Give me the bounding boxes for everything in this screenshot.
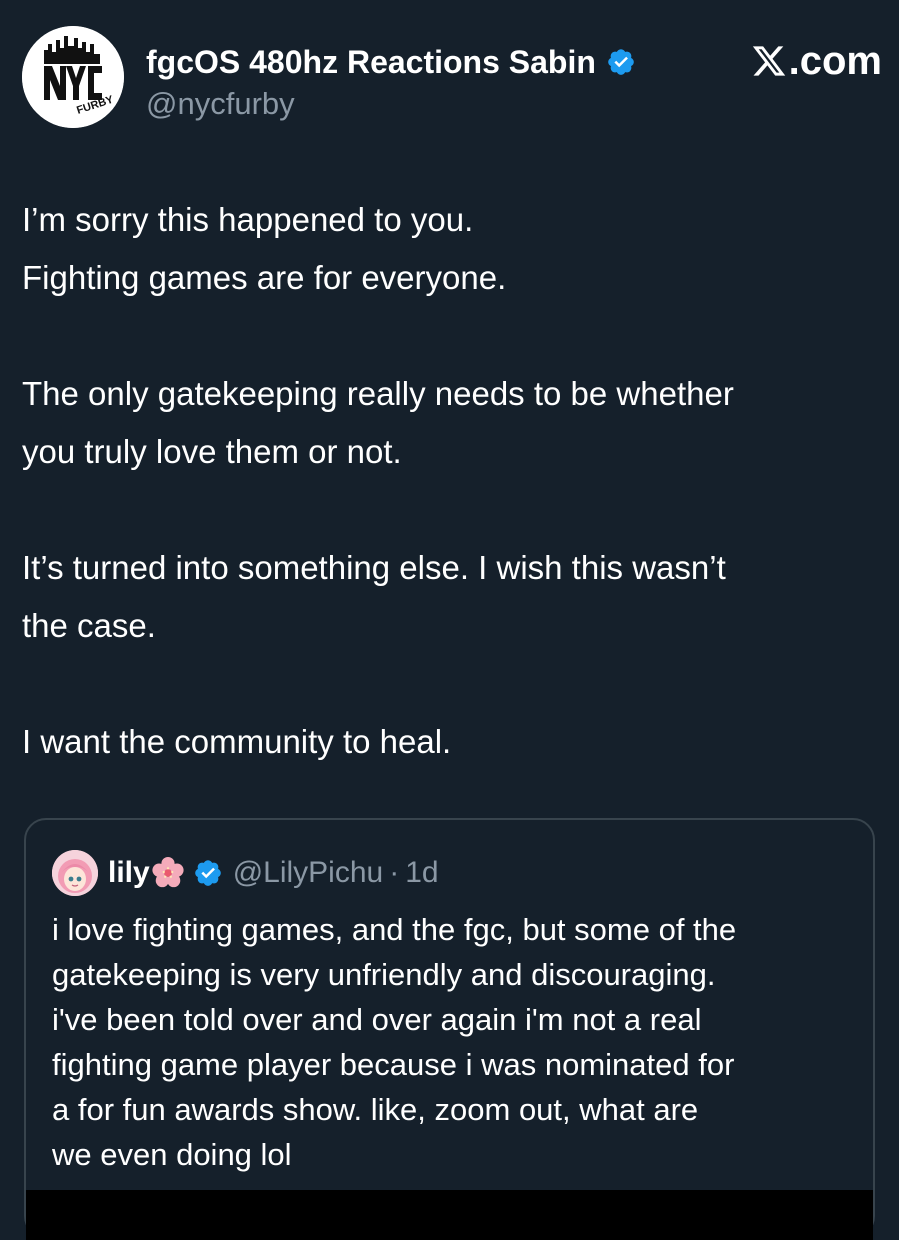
quoted-verified-badge-icon — [193, 858, 223, 888]
cherry-blossom-icon — [151, 856, 185, 890]
post-line: I’m sorry this happened to you. — [22, 201, 474, 238]
post-line: The only gatekeeping really needs to be … — [22, 375, 734, 412]
nyc-furby-logo-icon: FURBY — [22, 26, 124, 128]
x-com-logo: .com — [750, 38, 882, 84]
quoted-line: gatekeeping is very unfriendly and disco… — [52, 957, 716, 992]
author-name-row: fgcOS 480hz Reactions Sabin — [146, 40, 636, 84]
quoted-line: i love fighting games, and the fgc, but … — [52, 912, 737, 947]
post-line: the case. — [22, 607, 156, 644]
site-domain-suffix: .com — [788, 38, 882, 83]
author-avatar[interactable]: FURBY — [22, 26, 124, 128]
quoted-line: a for fun awards show. like, zoom out, w… — [52, 1092, 699, 1127]
quoted-post-header: lily @LilyPichu · 1d — [52, 850, 439, 896]
post-line: Fighting games are for everyone. — [22, 259, 507, 296]
quoted-line: we even doing lol — [52, 1137, 292, 1172]
quoted-author-display-name[interactable]: lily — [108, 856, 150, 890]
quoted-line: fighting game player because i was nomin… — [52, 1047, 735, 1082]
anime-girl-avatar-icon — [52, 850, 98, 896]
author-display-name[interactable]: fgcOS 480hz Reactions Sabin — [146, 44, 596, 81]
quoted-line: i've been told over and over again i'm n… — [52, 1002, 702, 1037]
quoted-post-card[interactable]: lily @LilyPichu · 1d i love fighting gam… — [24, 818, 875, 1240]
verified-badge-icon — [606, 47, 636, 77]
author-handle[interactable]: @nycfurby — [146, 86, 295, 122]
post-line: you truly love them or not. — [22, 433, 402, 470]
x-logo-icon — [752, 46, 785, 76]
post-header: FURBY fgcOS 480hz Reactions Sabin @nycfu… — [22, 24, 882, 134]
meta-separator: · — [389, 856, 400, 889]
post-body: I’m sorry this happened to you. Fighting… — [22, 191, 882, 771]
post-line: I want the community to heal. — [22, 723, 452, 760]
post-line: It’s turned into something else. I wish … — [22, 549, 726, 586]
quoted-author-handle[interactable]: @LilyPichu — [233, 856, 384, 890]
quoted-post-text: i love fighting games, and the fgc, but … — [52, 907, 862, 1177]
quoted-author-avatar[interactable] — [52, 850, 98, 896]
quoted-media-preview[interactable] — [26, 1190, 873, 1240]
quoted-post-timestamp[interactable]: 1d — [405, 856, 438, 890]
